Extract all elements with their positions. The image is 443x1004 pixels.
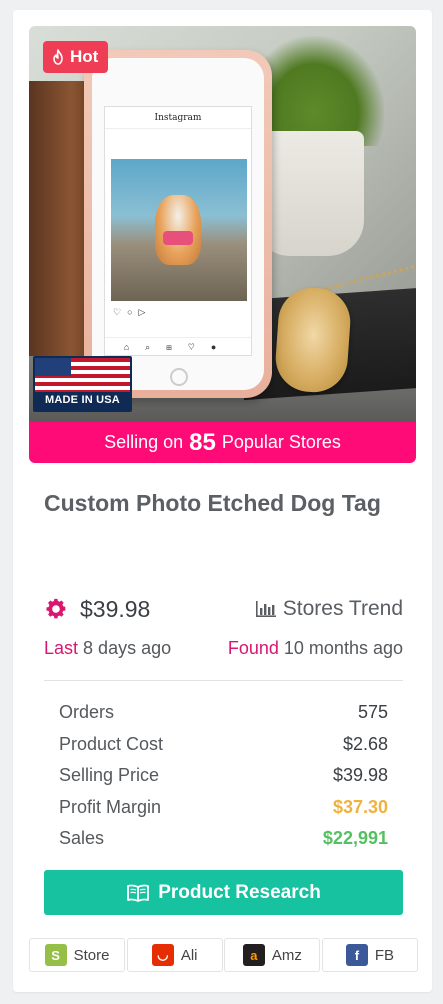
stats-table: Orders 575 Product Cost $2.68 Selling Pr… xyxy=(59,702,388,860)
phone-image: Instagram ♡○▷ ⌂⌕⊞♡● xyxy=(84,50,272,398)
stat-row-orders: Orders 575 xyxy=(59,702,388,734)
product-price: $39.98 xyxy=(80,596,151,622)
facebook-link-button[interactable]: f FB xyxy=(321,938,418,972)
dog-harness xyxy=(163,231,193,245)
product-card: Instagram ♡○▷ ⌂⌕⊞♡● Hot MADE IN USA Sell… xyxy=(13,10,432,992)
stores-trend-label: Stores Trend xyxy=(282,597,403,620)
amazon-icon: a xyxy=(242,944,265,966)
found-label: Found xyxy=(227,638,279,658)
stat-label: Sales xyxy=(59,828,105,848)
store-link-button[interactable]: S Store xyxy=(29,938,125,972)
product-research-button[interactable]: Product Research xyxy=(44,870,403,915)
stat-value-sales: $22,991 xyxy=(322,828,388,848)
stat-value: $2.68 xyxy=(342,733,388,754)
stat-value-profit: $37.30 xyxy=(332,796,388,817)
found-date: Found 10 months ago xyxy=(228,638,403,659)
product-research-label: Product Research xyxy=(158,881,321,903)
product-image-area[interactable]: Instagram ♡○▷ ⌂⌕⊞♡● Hot MADE IN USA Sell… xyxy=(29,26,416,463)
phone-screen: Instagram ♡○▷ ⌂⌕⊞♡● xyxy=(104,106,252,356)
made-in-usa-label: MADE IN USA xyxy=(45,394,120,406)
gear-icon xyxy=(46,598,66,619)
screen-dog-photo xyxy=(111,159,247,301)
last-value: 8 days ago xyxy=(83,638,172,658)
amazon-link-button[interactable]: a Amz xyxy=(224,938,321,972)
phone-home-button xyxy=(170,368,188,386)
divider xyxy=(44,680,403,681)
phone-face: Instagram ♡○▷ ⌂⌕⊞♡● xyxy=(92,58,264,390)
made-in-usa-badge: MADE IN USA xyxy=(33,356,132,412)
shopify-icon: S xyxy=(44,944,67,966)
dog-figure xyxy=(155,195,201,265)
price-row: $39.98 Stores Trend xyxy=(44,595,403,625)
bar-chart-icon xyxy=(255,601,276,617)
selling-count: 85 xyxy=(189,428,216,456)
selling-prefix: Selling on xyxy=(104,432,184,452)
hot-badge: Hot xyxy=(43,41,109,73)
screen-action-icons: ♡○▷ xyxy=(113,307,152,317)
dogtag-image xyxy=(273,285,353,395)
stat-label: Selling Price xyxy=(59,765,160,785)
product-title[interactable]: Custom Photo Etched Dog Tag xyxy=(44,490,404,517)
found-value: 10 months ago xyxy=(283,638,403,658)
flame-icon xyxy=(53,49,63,65)
stat-value: 575 xyxy=(357,702,388,722)
stat-label: Profit Margin xyxy=(59,796,162,817)
facebook-link-label: FB xyxy=(374,946,395,964)
store-links: S Store ◡ Ali a Amz f FB xyxy=(29,938,418,972)
hot-label: Hot xyxy=(70,47,99,66)
ali-link-label: Ali xyxy=(180,946,198,964)
last-seen: Last 8 days ago xyxy=(44,638,171,659)
book-icon xyxy=(127,884,150,902)
stat-value: $39.98 xyxy=(332,765,388,785)
stores-trend-link[interactable]: Stores Trend xyxy=(255,597,403,621)
aliexpress-icon: ◡ xyxy=(151,944,174,966)
store-link-label: Store xyxy=(73,946,110,964)
ali-link-button[interactable]: ◡ Ali xyxy=(126,938,223,972)
us-flag-canton xyxy=(35,358,71,376)
stat-row-sales: Sales $22,991 xyxy=(59,828,388,860)
amazon-link-label: Amz xyxy=(271,946,302,964)
stat-row-selling-price: Selling Price $39.98 xyxy=(59,765,388,797)
stat-row-product-cost: Product Cost $2.68 xyxy=(59,734,388,766)
screen-app-title: Instagram xyxy=(105,107,251,129)
stat-label: Orders xyxy=(59,702,115,722)
stat-label: Product Cost xyxy=(59,733,164,754)
facebook-icon: f xyxy=(345,944,368,966)
selling-stores-bar: Selling on 85 Popular Stores xyxy=(29,422,416,463)
last-label: Last xyxy=(44,638,79,658)
screen-nav-icons: ⌂⌕⊞♡● xyxy=(105,337,251,355)
selling-suffix: Popular Stores xyxy=(221,432,341,452)
stat-row-profit-margin: Profit Margin $37.30 xyxy=(59,797,388,829)
